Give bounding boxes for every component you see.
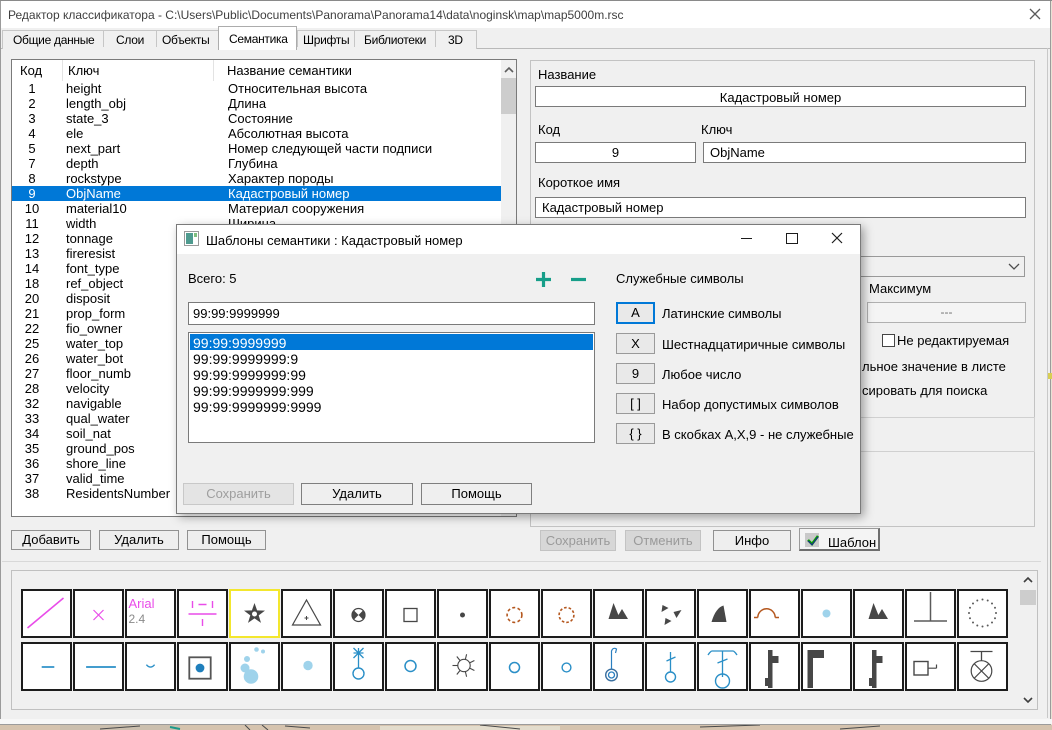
svg-text:2.4: 2.4: [129, 612, 146, 626]
svg-text:Arial: Arial: [129, 596, 155, 611]
